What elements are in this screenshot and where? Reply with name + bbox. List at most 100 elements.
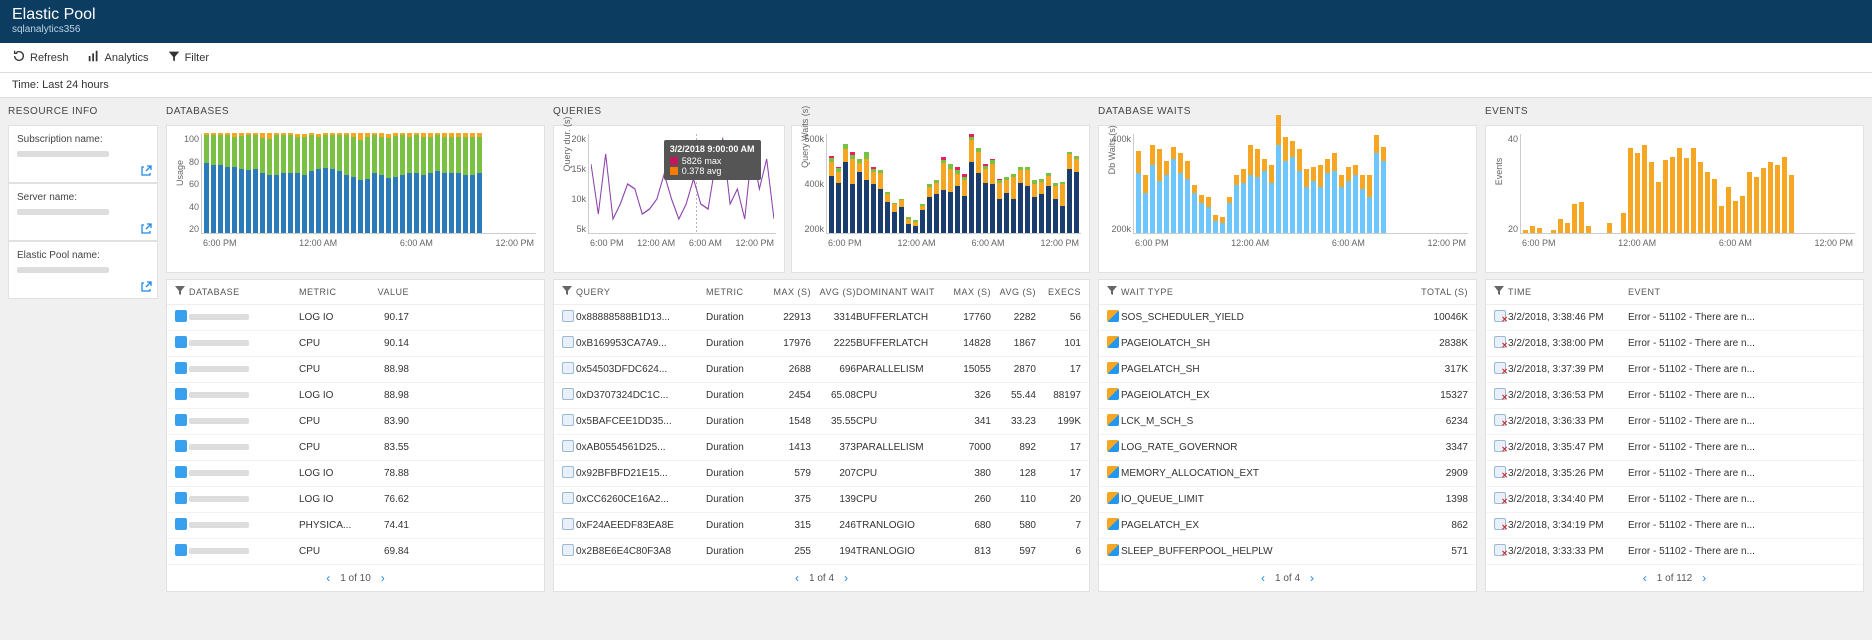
databases-usage-chart[interactable]: Usage 10080604020	[175, 134, 536, 264]
prev-page-button[interactable]: ‹	[1643, 571, 1647, 585]
chart-bar[interactable]	[372, 133, 377, 233]
chart-bar[interactable]	[1691, 148, 1696, 233]
chart-bar[interactable]	[948, 164, 953, 233]
chart-bar[interactable]	[1684, 158, 1689, 233]
chart-bar[interactable]	[400, 133, 405, 233]
chart-bar[interactable]	[1011, 174, 1016, 233]
analytics-button[interactable]: Analytics	[87, 49, 149, 66]
table-row[interactable]: LOG IO 76.62	[167, 487, 544, 513]
chart-bar[interactable]	[365, 133, 370, 233]
chart-bar[interactable]	[857, 159, 862, 233]
chart-bar[interactable]	[1269, 165, 1274, 233]
chart-bar[interactable]	[1136, 151, 1141, 233]
chart-bar[interactable]	[1572, 204, 1577, 233]
chart-bar[interactable]	[330, 133, 335, 233]
chart-bar[interactable]	[1523, 230, 1528, 233]
chart-bar[interactable]	[421, 133, 426, 233]
table-row[interactable]: 0x88888588B1D13... Duration 22913 3314 B…	[554, 305, 1089, 331]
table-row[interactable]: CPU 69.84	[167, 539, 544, 565]
filter-icon[interactable]	[175, 286, 189, 298]
chart-bar[interactable]	[1248, 145, 1253, 233]
chart-bar[interactable]	[323, 133, 328, 233]
chart-bar[interactable]	[204, 133, 209, 233]
chart-bar[interactable]	[1579, 202, 1584, 233]
chart-bar[interactable]	[288, 133, 293, 233]
chart-bar[interactable]	[969, 134, 974, 233]
chart-bar[interactable]	[253, 133, 258, 233]
chart-bar[interactable]	[316, 134, 321, 233]
table-row[interactable]: 0xD3707324DC1C... Duration 2454 65.08 CP…	[554, 383, 1089, 409]
table-row[interactable]: 0x54503DFDC624... Duration 2688 696 PARA…	[554, 357, 1089, 383]
chart-bar[interactable]	[302, 134, 307, 233]
chart-bar[interactable]	[1642, 145, 1647, 233]
chart-bar[interactable]	[1565, 223, 1570, 233]
chart-bar[interactable]	[351, 133, 356, 233]
chart-bar[interactable]	[1185, 161, 1190, 233]
table-row[interactable]: PAGELATCH_SH 317K	[1099, 357, 1476, 383]
table-row[interactable]: LCK_M_SCH_S 6234	[1099, 409, 1476, 435]
chart-bar[interactable]	[295, 134, 300, 233]
chart-bar[interactable]	[1178, 153, 1183, 233]
chart-bar[interactable]	[1530, 226, 1535, 233]
open-external-icon[interactable]	[139, 164, 153, 178]
chart-bar[interactable]	[1262, 159, 1267, 233]
chart-bar[interactable]	[414, 133, 419, 233]
chart-bar[interactable]	[211, 133, 216, 233]
table-row[interactable]: 0xF24AEEDF83EA8E Duration 315 246 TRANLO…	[554, 513, 1089, 539]
chart-bar[interactable]	[1067, 152, 1072, 233]
chart-bar[interactable]	[281, 133, 286, 233]
chart-bar[interactable]	[1663, 160, 1668, 233]
table-row[interactable]: SLEEP_BUFFERPOOL_HELPLW 571	[1099, 539, 1476, 565]
chart-bar[interactable]	[309, 133, 314, 233]
chart-bar[interactable]	[1255, 149, 1260, 233]
chart-bar[interactable]	[906, 217, 911, 233]
open-external-icon[interactable]	[139, 222, 153, 236]
events-chart[interactable]: Events 4020	[1494, 134, 1855, 264]
chart-bar[interactable]	[1290, 141, 1295, 233]
chart-bar[interactable]	[1053, 183, 1058, 233]
chart-bar[interactable]	[1374, 135, 1379, 233]
table-row[interactable]: LOG IO 90.17	[167, 305, 544, 331]
chart-bar[interactable]	[1586, 226, 1591, 233]
table-row[interactable]: 3/2/2018, 3:35:26 PM Error - 51102 - The…	[1486, 461, 1863, 487]
table-row[interactable]: 3/2/2018, 3:34:19 PM Error - 51102 - The…	[1486, 513, 1863, 539]
chart-bar[interactable]	[1332, 153, 1337, 233]
chart-bar[interactable]	[955, 167, 960, 233]
chart-bar[interactable]	[1761, 168, 1766, 233]
query-waits-chart[interactable]: Query Waits (s) 500k400k200k	[800, 134, 1081, 264]
chart-bar[interactable]	[1712, 179, 1717, 233]
chart-bar[interactable]	[1192, 185, 1197, 233]
table-row[interactable]: PAGEIOLATCH_SH 2838K	[1099, 331, 1476, 357]
chart-bar[interactable]	[864, 152, 869, 233]
chart-bar[interactable]	[239, 133, 244, 233]
table-row[interactable]: 3/2/2018, 3:33:33 PM Error - 51102 - The…	[1486, 539, 1863, 565]
chart-bar[interactable]	[1157, 149, 1162, 233]
chart-bar[interactable]	[1789, 175, 1794, 233]
chart-bar[interactable]	[1283, 137, 1288, 233]
table-row[interactable]: SOS_SCHEDULER_YIELD 10046K	[1099, 305, 1476, 331]
chart-bar[interactable]	[878, 170, 883, 233]
chart-bar[interactable]	[1199, 195, 1204, 233]
chart-bar[interactable]	[871, 167, 876, 233]
chart-bar[interactable]	[225, 133, 230, 233]
table-row[interactable]: 0xB169953CA7A9... Duration 17976 2225 BU…	[554, 331, 1089, 357]
chart-bar[interactable]	[1234, 175, 1239, 233]
chart-bar[interactable]	[1367, 175, 1372, 233]
chart-bar[interactable]	[267, 133, 272, 233]
chart-bar[interactable]	[1360, 175, 1365, 233]
chart-bar[interactable]	[1381, 147, 1386, 233]
chart-bar[interactable]	[1346, 167, 1351, 233]
open-external-icon[interactable]	[139, 280, 153, 294]
chart-bar[interactable]	[990, 159, 995, 233]
prev-page-button[interactable]: ‹	[795, 571, 799, 585]
table-row[interactable]: 3/2/2018, 3:38:00 PM Error - 51102 - The…	[1486, 331, 1863, 357]
next-page-button[interactable]: ›	[1702, 571, 1706, 585]
table-row[interactable]: PHYSICA... 74.41	[167, 513, 544, 539]
table-row[interactable]: 3/2/2018, 3:38:46 PM Error - 51102 - The…	[1486, 305, 1863, 331]
chart-bar[interactable]	[1297, 149, 1302, 233]
query-duration-chart[interactable]: Query dur. (s) 20k15k10k5k 3/2/2018 9:00…	[562, 134, 776, 264]
chart-bar[interactable]	[1607, 223, 1612, 233]
chart-bar[interactable]	[1143, 175, 1148, 233]
chart-bar[interactable]	[1621, 213, 1626, 233]
chart-bar[interactable]	[232, 133, 237, 233]
